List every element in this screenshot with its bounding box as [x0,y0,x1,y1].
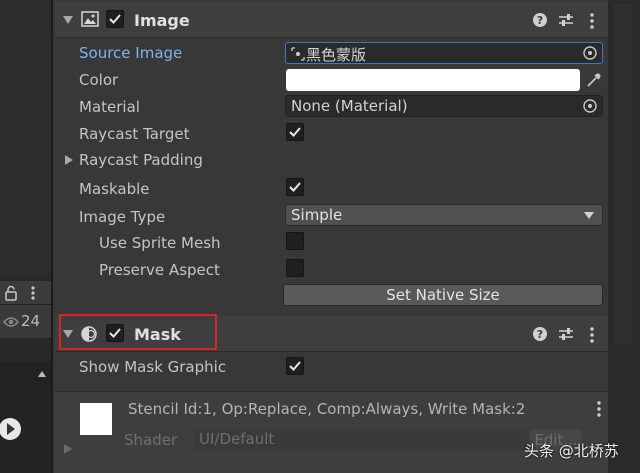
raycast-target-label: Raycast Target [79,125,190,143]
preset-icon[interactable] [558,326,574,342]
use-sprite-mesh-label: Use Sprite Mesh [99,234,221,252]
image-enabled-checkbox[interactable] [106,10,124,28]
image-type-label: Image Type [79,208,166,226]
check-icon [289,127,301,137]
inspector-scrollbar[interactable] [608,0,640,473]
material-value: None (Material) [291,97,408,115]
up-arrow-icon[interactable] [37,370,47,378]
object-picker-icon[interactable] [582,45,598,61]
chevron-down-icon [584,212,594,219]
eye-icon[interactable] [3,316,19,328]
maskable-checkbox[interactable] [286,178,304,196]
inspector-panel: Image ? Source Image 黑色蒙版 Color Material… [55,0,640,473]
help-icon[interactable]: ? [532,326,548,342]
maskable-label: Maskable [79,180,150,198]
lock-icon[interactable] [4,285,18,301]
preserve-aspect-label: Preserve Aspect [99,261,220,279]
menu-icon[interactable] [589,12,595,30]
foldout-collapsed-icon[interactable] [63,444,73,454]
check-icon [289,361,301,371]
show-mask-graphic-checkbox[interactable] [286,357,304,375]
visibility-row: 24 [0,305,51,339]
stencil-info: Stencil Id:1, Op:Replace, Comp:Always, W… [128,400,526,418]
material-field[interactable]: None (Material) [285,95,603,117]
mask-highlight-box [59,314,217,350]
image-type-dropdown[interactable]: Simple [285,204,603,226]
material-label: Material [79,98,140,116]
color-swatch[interactable] [286,69,580,91]
image-component-header[interactable]: Image ? [55,2,608,38]
use-sprite-mesh-checkbox[interactable] [286,232,304,250]
shader-dropdown[interactable]: UI/Default [194,429,527,451]
eyedropper-icon[interactable] [586,72,602,88]
svg-text:?: ? [537,328,543,341]
hierarchy-toolbar [0,281,51,305]
help-icon[interactable]: ? [532,12,548,28]
set-native-size-button[interactable]: Set Native Size [283,284,603,306]
menu-icon[interactable] [29,285,37,301]
source-image-label: Source Image [79,44,183,62]
material-thumbnail[interactable] [80,403,112,435]
source-image-field[interactable]: 黑色蒙版 [285,42,603,64]
menu-icon[interactable] [589,326,595,344]
raycast-target-checkbox[interactable] [286,123,304,141]
sprite-icon [291,47,305,61]
check-icon [289,182,301,192]
source-image-value: 黑色蒙版 [306,46,367,64]
image-type-value: Simple [291,206,343,224]
shader-value: UI/Default [199,430,275,448]
color-label: Color [79,71,119,89]
foldout-expanded-icon[interactable] [63,15,73,25]
image-component-title: Image [134,11,190,30]
menu-icon[interactable] [596,400,602,418]
watermark: 头条 @北桥苏 [524,442,619,460]
foldout-collapsed-icon[interactable] [64,155,74,165]
svg-text:?: ? [537,14,543,27]
image-icon [81,11,99,27]
hierarchy-panel: 24 [0,0,53,473]
raycast-padding-label[interactable]: Raycast Padding [79,151,203,169]
preset-icon[interactable] [558,12,574,28]
show-mask-graphic-label: Show Mask Graphic [79,358,227,376]
play-icon[interactable] [0,415,22,443]
check-icon [109,14,121,24]
shader-label: Shader [124,431,178,449]
hierarchy-scroll-area[interactable] [0,0,51,275]
preserve-aspect-checkbox[interactable] [286,259,304,277]
visibility-count: 24 [21,312,41,330]
scrollbar-thumb[interactable] [614,4,632,344]
object-picker-icon[interactable] [582,98,598,114]
